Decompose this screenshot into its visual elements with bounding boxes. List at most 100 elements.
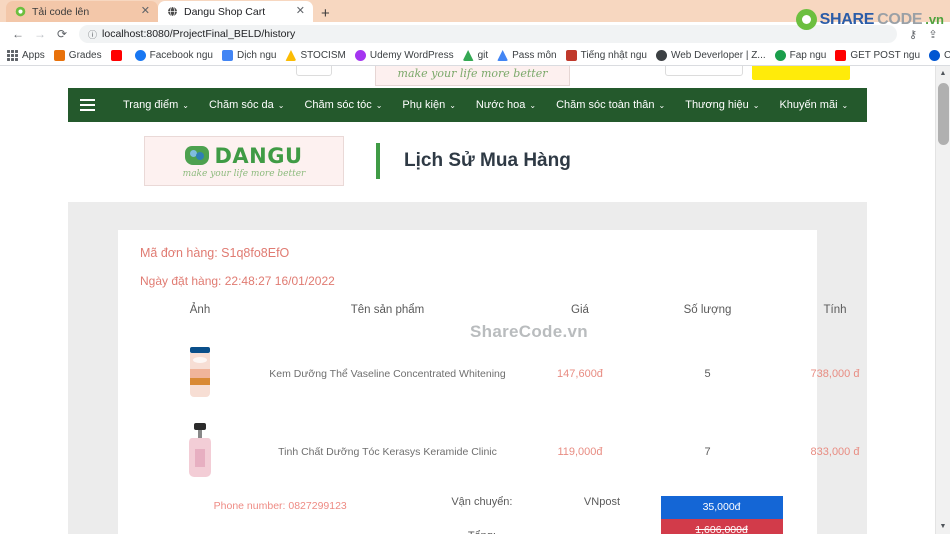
bookmark-tiengnhat[interactable]: Tiếng nhật ngu bbox=[565, 50, 647, 61]
product-image-cell bbox=[140, 334, 260, 412]
chevron-down-icon: ⌄ bbox=[449, 100, 456, 110]
cart-icon[interactable] bbox=[893, 98, 929, 113]
nav-item-cham-soc-toan-than[interactable]: Chăm sóc toàn thân ⌄ bbox=[546, 99, 675, 111]
search-icon[interactable] bbox=[858, 98, 893, 113]
chevron-down-icon: ⌄ bbox=[375, 100, 383, 110]
order-items-table: Ảnh Tên sản phẩm Giá Số lượng Tính Kem D… bbox=[140, 304, 900, 490]
bookmark-webdev[interactable]: Web Deverloper | Z... bbox=[655, 50, 766, 61]
product-total: 738,000 đ bbox=[810, 368, 860, 380]
column-header-price: Giá bbox=[571, 304, 589, 316]
page-scrollbar[interactable]: ▲ ▼ bbox=[935, 66, 950, 534]
nav-label: Nước hoa bbox=[475, 99, 526, 111]
photo-icon bbox=[565, 50, 577, 61]
address-bar[interactable]: ⓘ localhost:8080/ProjectFinal_BELD/histo… bbox=[79, 25, 897, 43]
globe-icon bbox=[774, 50, 786, 61]
order-summary-row: Phone number: 0827299123 Vận chuyển: Tổn… bbox=[140, 496, 795, 534]
bookmark-label: Pass môn bbox=[512, 50, 557, 61]
sharecode-code-text: CODE bbox=[877, 10, 923, 28]
header-slogan-banner: make your life more better bbox=[375, 66, 570, 86]
header-box-right bbox=[665, 66, 743, 76]
chevron-down-icon: ⌄ bbox=[841, 100, 849, 110]
product-total: 833,000 đ bbox=[810, 446, 860, 458]
nav-item-thuong-hieu[interactable]: Thương hiệu ⌄ bbox=[675, 99, 769, 111]
page-viewport: make your life more better Trang điểm ⌄ … bbox=[0, 66, 950, 534]
product-quantity: 5 bbox=[704, 368, 711, 380]
product-qty-cell: 7 bbox=[645, 412, 770, 490]
nav-item-trang-diem[interactable]: Trang điểm ⌄ bbox=[113, 99, 199, 111]
bookmark-label: Web Deverloper | Z... bbox=[670, 50, 766, 61]
browser-tab-1[interactable]: Tải code lên ✕ bbox=[6, 1, 158, 22]
reload-icon[interactable]: ⟳ bbox=[52, 24, 72, 44]
bookmark-label: STOCISM bbox=[300, 50, 346, 61]
header-box-left bbox=[296, 66, 332, 76]
bookmark-label: Fap ngu bbox=[789, 50, 827, 61]
sharecode-share-text: SHARE bbox=[819, 10, 875, 28]
sharecode-icon bbox=[15, 6, 26, 17]
product-image-cell bbox=[140, 412, 260, 490]
bookmark-label: GET POST ngu bbox=[850, 50, 921, 61]
back-icon[interactable]: ← bbox=[8, 24, 28, 44]
chevron-down-icon: ⌄ bbox=[277, 100, 285, 110]
product-price: 119,000đ bbox=[557, 446, 603, 458]
order-code: Mã đơn hàng: S1q8fo8EfO bbox=[140, 246, 290, 260]
bookmark-coursera[interactable]: Coursera ngu bbox=[929, 50, 950, 61]
page-body: Mã đơn hàng: S1q8fo8EfO Ngày đặt hàng: 2… bbox=[68, 202, 867, 534]
new-tab-button[interactable]: + bbox=[313, 6, 338, 22]
customer-phone: Phone number: 0827299123 bbox=[213, 500, 347, 512]
product-name-cell: Tinh Chất Dưỡng Tóc Kerasys Keramide Cli… bbox=[260, 412, 515, 490]
bookmark-getpost[interactable]: GET POST ngu bbox=[835, 50, 920, 61]
nav-label: Phụ kiện bbox=[402, 99, 446, 111]
bookmark-udemy[interactable]: Udemy WordPress bbox=[354, 50, 454, 61]
product-name: Tinh Chất Dưỡng Tóc Kerasys Keramide Cli… bbox=[278, 445, 497, 458]
drive-icon bbox=[462, 50, 474, 61]
table-header-row: Ảnh Tên sản phẩm Giá Số lượng Tính bbox=[140, 304, 900, 334]
bookmark-git[interactable]: git bbox=[462, 50, 489, 61]
column-header-quantity: Số lượng bbox=[683, 304, 732, 316]
bookmark-label: Grades bbox=[68, 50, 102, 61]
column-header-total: Tính bbox=[823, 304, 847, 316]
nav-item-cham-soc-da[interactable]: Chăm sóc da ⌄ bbox=[199, 99, 295, 111]
sharecode-vn-text: .vn bbox=[925, 12, 944, 27]
facebook-icon bbox=[134, 50, 146, 61]
bookmark-grades[interactable]: Grades bbox=[53, 50, 102, 61]
logo-tagline: make your life more better bbox=[182, 168, 306, 179]
scroll-down-arrow-icon[interactable]: ▼ bbox=[936, 519, 950, 534]
nav-item-cham-soc-toc[interactable]: Chăm sóc tóc ⌄ bbox=[294, 99, 392, 111]
shipping-label: Vận chuyển: bbox=[451, 496, 513, 508]
browser-tab-2[interactable]: Dangu Shop Cart ✕ bbox=[158, 1, 313, 22]
forward-icon[interactable]: → bbox=[30, 24, 50, 44]
logo-wordmark: DANGU bbox=[214, 143, 303, 168]
coursera-icon bbox=[929, 50, 941, 61]
nav-item-phu-kien[interactable]: Phụ kiện ⌄ bbox=[392, 99, 466, 111]
bookmark-label: Facebook ngu bbox=[149, 50, 213, 61]
nav-item-nuoc-hoa[interactable]: Nước hoa ⌄ bbox=[466, 99, 546, 111]
scrollbar-thumb[interactable] bbox=[938, 83, 949, 145]
nav-item-khuyen-mai[interactable]: Khuyến mãi ⌄ bbox=[769, 99, 858, 111]
close-icon[interactable]: ✕ bbox=[139, 6, 150, 17]
bookmark-passmon[interactable]: Pass môn bbox=[497, 50, 557, 61]
grades-icon bbox=[53, 50, 65, 61]
bookmark-translate[interactable]: Dịch ngu bbox=[221, 50, 277, 61]
shipping-fee-badge: 35,000đ bbox=[660, 496, 783, 519]
scroll-up-arrow-icon[interactable]: ▲ bbox=[936, 66, 950, 81]
bookmark-label: git bbox=[477, 50, 489, 61]
bookmark-youtube[interactable] bbox=[110, 50, 126, 61]
close-icon[interactable]: ✕ bbox=[294, 6, 305, 17]
bookmark-stocism[interactable]: STOCISM bbox=[285, 50, 346, 61]
bookmark-fap[interactable]: Fap ngu bbox=[774, 50, 827, 61]
hamburger-menu-icon[interactable] bbox=[80, 99, 95, 111]
bookmark-apps[interactable]: Apps bbox=[7, 50, 45, 61]
page-info-icon[interactable]: ⓘ bbox=[88, 28, 97, 41]
site-logo[interactable]: DANGU make your life more better bbox=[144, 136, 344, 186]
table-row: Tinh Chất Dưỡng Tóc Kerasys Keramide Cli… bbox=[140, 412, 900, 490]
product-price: 147,600đ bbox=[557, 368, 603, 380]
product-price-cell: 119,000đ bbox=[515, 412, 645, 490]
tab-title: Tải code lên bbox=[32, 5, 90, 18]
title-divider bbox=[376, 143, 380, 179]
drive-icon bbox=[497, 50, 509, 61]
product-total-cell: 738,000 đ bbox=[770, 334, 900, 412]
bookmark-facebook[interactable]: Facebook ngu bbox=[134, 50, 213, 61]
product-price-cell: 147,600đ bbox=[515, 334, 645, 412]
bookmark-label: Dịch ngu bbox=[236, 50, 277, 61]
header-yellow-button[interactable] bbox=[752, 66, 850, 80]
